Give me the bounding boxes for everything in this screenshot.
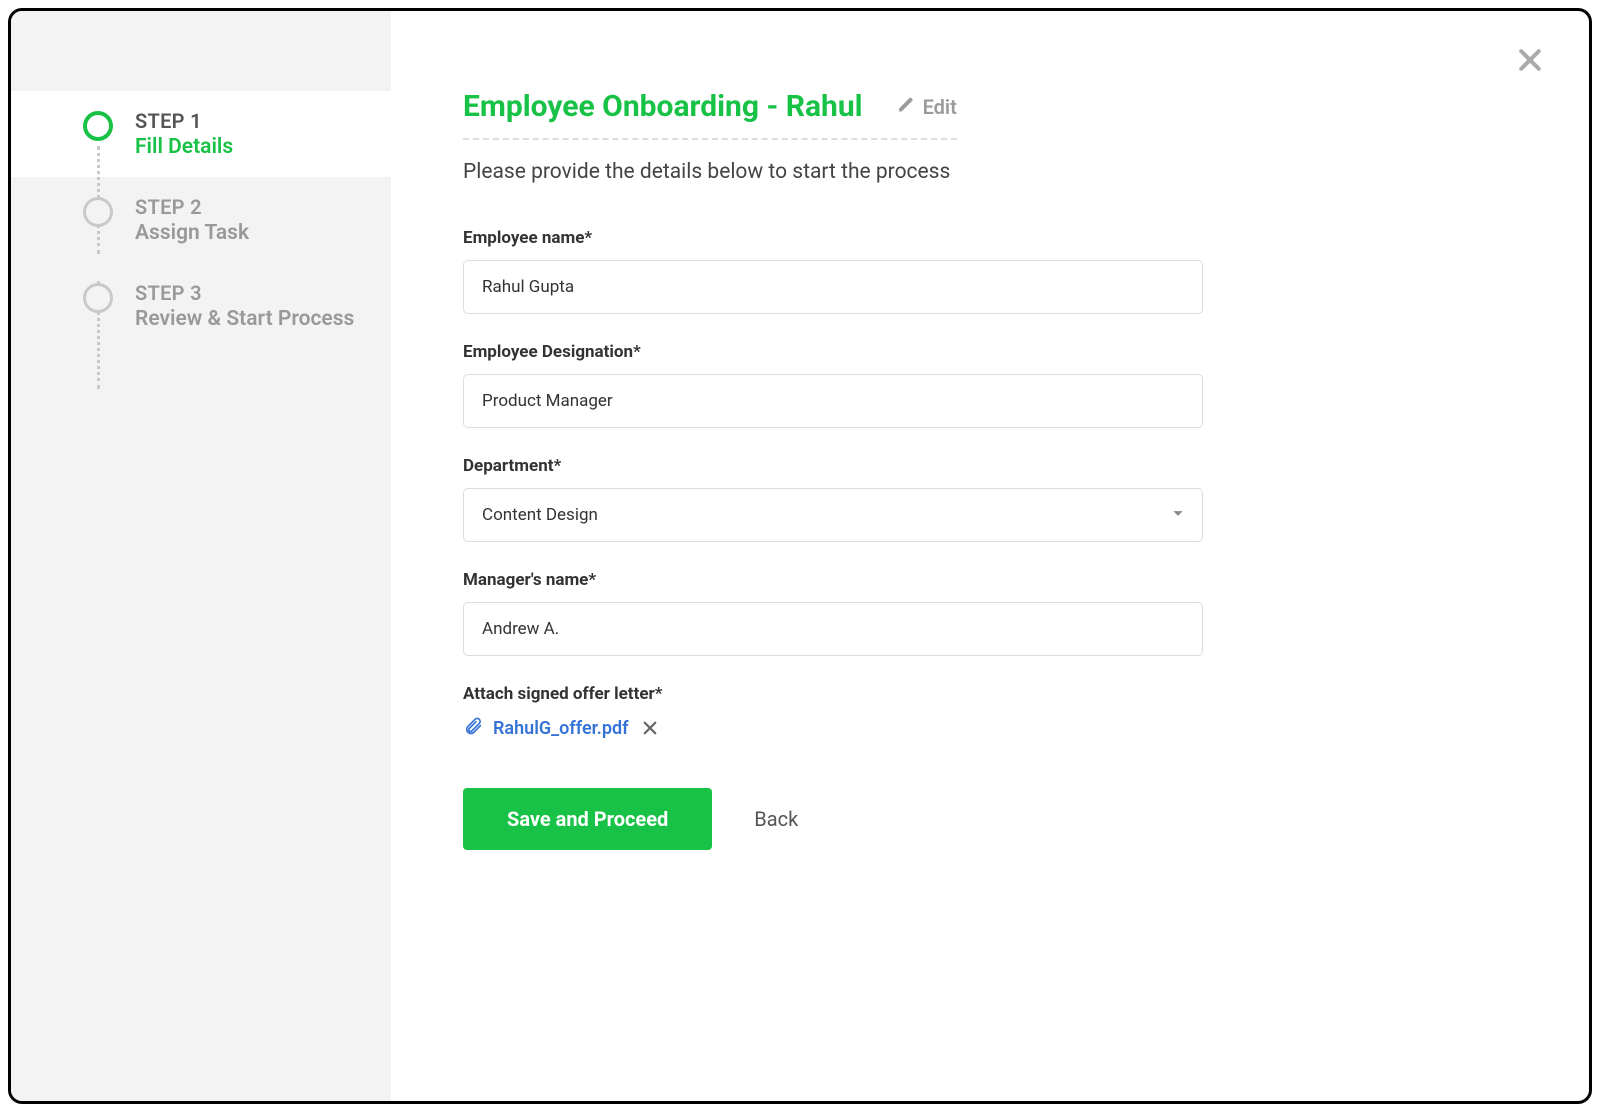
field-attachment: Attach signed offer letter* RahulG_offer…: [463, 684, 1203, 740]
back-button[interactable]: Back: [754, 807, 798, 831]
department-selected-value: Content Design: [482, 505, 598, 525]
pencil-icon: [897, 95, 915, 119]
field-employee-designation: Employee Designation*: [463, 342, 1203, 428]
step-indicator-icon: [83, 283, 113, 313]
close-icon[interactable]: [1515, 45, 1545, 75]
page-header: Employee Onboarding - Rahul Edit: [463, 89, 957, 140]
employee-name-input[interactable]: [463, 260, 1203, 314]
step-number: STEP 2: [135, 195, 249, 219]
modal-frame: STEP 1 Fill Details STEP 2 Assign Task S…: [8, 8, 1592, 1104]
manager-input[interactable]: [463, 602, 1203, 656]
paperclip-icon: [463, 716, 483, 740]
page-title: Employee Onboarding - Rahul: [463, 89, 863, 124]
field-department: Department* Content Design: [463, 456, 1203, 542]
step-label: Fill Details: [135, 135, 233, 159]
field-manager-name: Manager's name*: [463, 570, 1203, 656]
step-label: Assign Task: [135, 221, 249, 245]
onboarding-form: Employee name* Employee Designation* Dep…: [463, 228, 1203, 740]
department-select[interactable]: Content Design: [463, 488, 1203, 542]
designation-label: Employee Designation*: [463, 342, 1203, 362]
step-number: STEP 3: [135, 281, 354, 305]
step-number: STEP 1: [135, 109, 233, 133]
employee-name-label: Employee name*: [463, 228, 1203, 248]
wizard-sidebar: STEP 1 Fill Details STEP 2 Assign Task S…: [11, 11, 391, 1101]
wizard-step-review-start[interactable]: STEP 3 Review & Start Process: [11, 263, 391, 349]
remove-attachment-icon[interactable]: [641, 719, 659, 737]
save-proceed-button[interactable]: Save and Proceed: [463, 788, 712, 850]
edit-label: Edit: [923, 95, 957, 119]
step-indicator-icon: [83, 111, 113, 141]
edit-title-button[interactable]: Edit: [897, 95, 957, 119]
page-subtitle: Please provide the details below to star…: [463, 160, 1509, 184]
wizard-step-assign-task[interactable]: STEP 2 Assign Task: [11, 177, 391, 263]
designation-input[interactable]: [463, 374, 1203, 428]
wizard-step-fill-details[interactable]: STEP 1 Fill Details: [11, 91, 391, 177]
manager-label: Manager's name*: [463, 570, 1203, 590]
department-label: Department*: [463, 456, 1203, 476]
field-employee-name: Employee name*: [463, 228, 1203, 314]
step-indicator-icon: [83, 197, 113, 227]
form-actions: Save and Proceed Back: [463, 788, 1509, 850]
attachment-filename[interactable]: RahulG_offer.pdf: [493, 718, 629, 739]
attachment-label: Attach signed offer letter*: [463, 684, 1203, 704]
main-content: Employee Onboarding - Rahul Edit Please …: [391, 11, 1589, 1101]
step-label: Review & Start Process: [135, 307, 354, 331]
